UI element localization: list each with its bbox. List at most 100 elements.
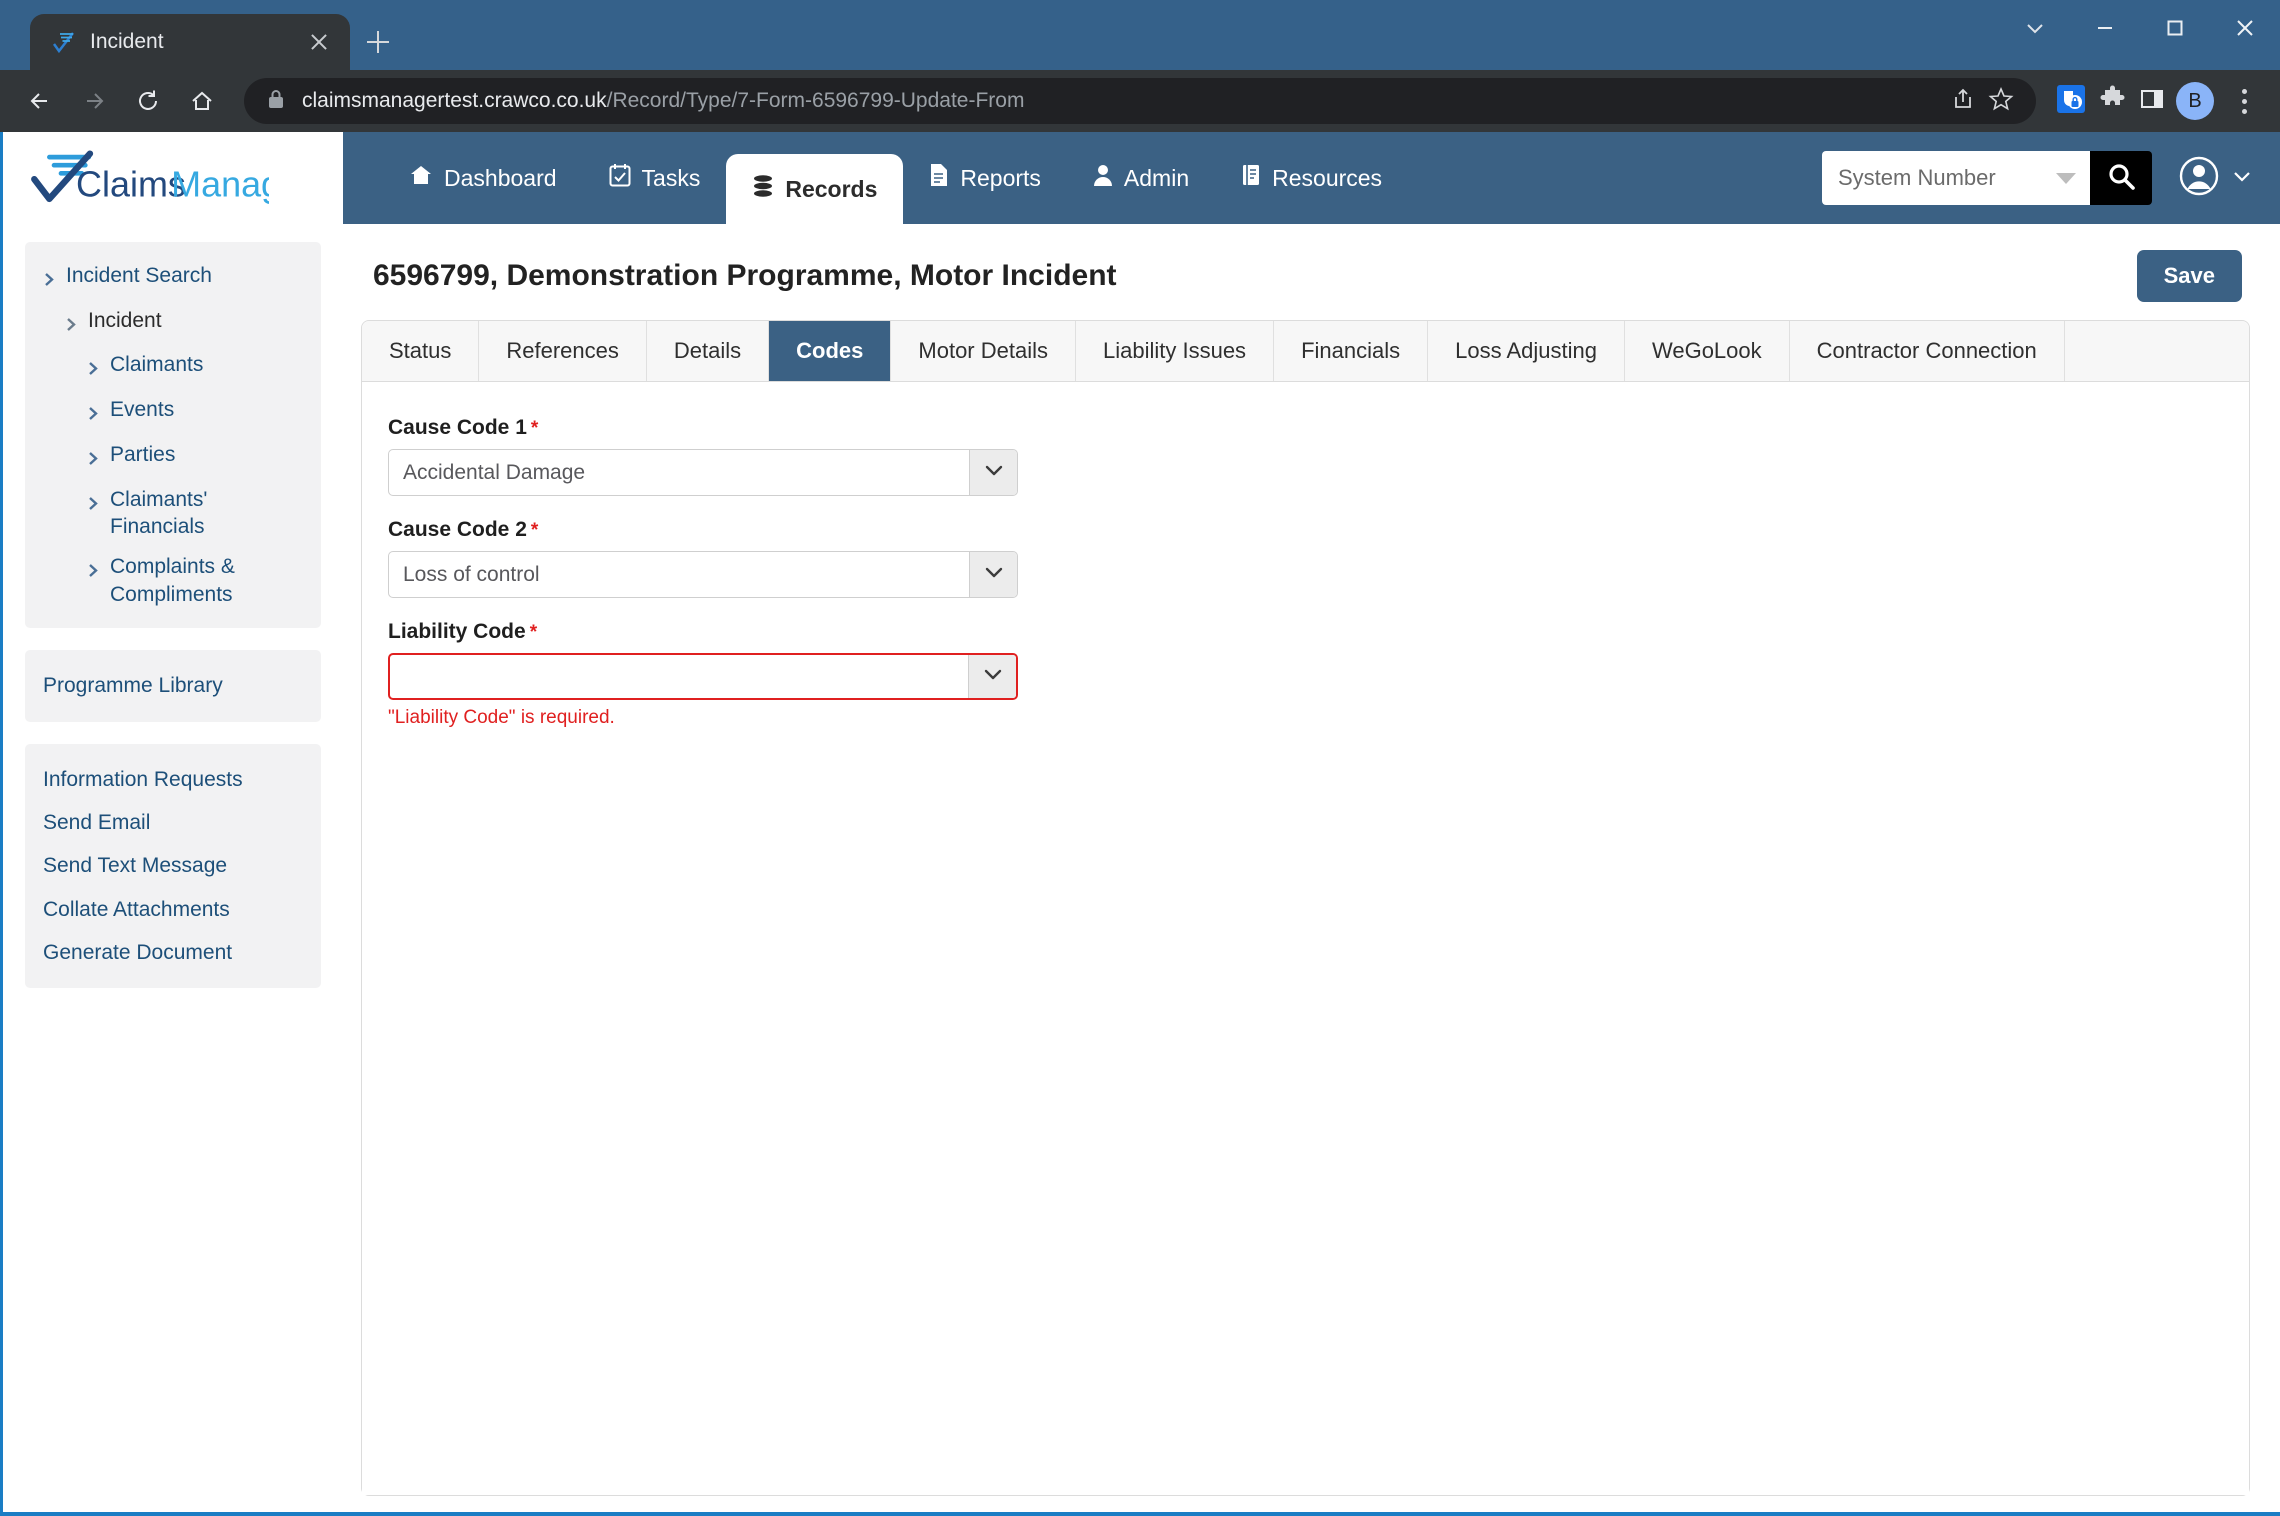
tab-financials[interactable]: Financials bbox=[1274, 321, 1429, 381]
nav-item-tasks[interactable]: Tasks bbox=[583, 132, 727, 224]
cause-code-2-select[interactable]: Loss of control bbox=[388, 551, 1018, 598]
sidebar-item-generate-document[interactable]: Generate Document bbox=[25, 931, 321, 974]
app-logo[interactable]: Claims Manager bbox=[3, 132, 343, 224]
maximize-icon[interactable] bbox=[2140, 0, 2210, 56]
nav-item-dashboard[interactable]: Dashboard bbox=[383, 132, 583, 224]
nav-item-admin[interactable]: Admin bbox=[1067, 132, 1215, 224]
caret-down-icon bbox=[2056, 172, 2076, 184]
url-path: /Record/Type/7-Form-6596799-Update-From bbox=[606, 89, 1025, 112]
cause-code-1-value: Accidental Damage bbox=[403, 460, 586, 484]
tab-title: Incident bbox=[90, 30, 164, 53]
chevron-right-icon bbox=[43, 267, 56, 295]
search-type-select[interactable]: System Number bbox=[1822, 151, 2090, 205]
sidebar-item-incident-search[interactable]: Incident Search bbox=[25, 256, 321, 301]
puzzle-icon[interactable] bbox=[2098, 84, 2128, 119]
bookmark-star-icon[interactable] bbox=[1988, 86, 2014, 117]
window-controls bbox=[2000, 0, 2280, 56]
user-menu[interactable] bbox=[2178, 155, 2254, 202]
tab-motor-details[interactable]: Motor Details bbox=[891, 321, 1076, 381]
kebab-menu-icon[interactable] bbox=[2224, 79, 2264, 123]
svg-text:Claims: Claims bbox=[76, 164, 186, 205]
field-cause-code-1: Cause Code 1 * Accidental Damage bbox=[388, 416, 1018, 496]
save-button[interactable]: Save bbox=[2136, 250, 2242, 302]
nav-label: Resources bbox=[1272, 164, 1383, 191]
field-label-text: Cause Code 1 bbox=[388, 416, 527, 439]
sidebar-item-label: Incident bbox=[88, 308, 162, 332]
chevron-down-icon bbox=[981, 662, 1005, 691]
field-cause-code-2: Cause Code 2 * Loss of control bbox=[388, 518, 1018, 598]
back-arrow-left-icon[interactable] bbox=[16, 77, 64, 125]
sidebar-item-information-requests[interactable]: Information Requests bbox=[25, 758, 321, 801]
book-icon bbox=[1241, 163, 1261, 193]
close-window-icon[interactable] bbox=[2210, 0, 2280, 56]
sidebar-item-claimants[interactable]: Claimants bbox=[25, 345, 321, 390]
side-panel-icon[interactable] bbox=[2138, 85, 2166, 118]
database-icon bbox=[752, 174, 774, 204]
page-title: 6596799, Demonstration Programme, Motor … bbox=[373, 259, 1117, 292]
field-label: Cause Code 2 * bbox=[388, 518, 1018, 542]
nav-label: Records bbox=[785, 175, 878, 202]
tab-close-icon[interactable] bbox=[302, 25, 336, 59]
sidebar-item-send-email[interactable]: Send Email bbox=[25, 801, 321, 844]
forward-arrow-right-icon[interactable] bbox=[70, 77, 118, 125]
cause-code-1-select[interactable]: Accidental Damage bbox=[388, 449, 1018, 496]
nav-item-records[interactable]: Records bbox=[726, 154, 904, 224]
tab-row-filler bbox=[2064, 321, 2249, 381]
chevron-down-icon bbox=[2230, 164, 2254, 193]
tab-wegolook[interactable]: WeGoLook bbox=[1624, 321, 1790, 381]
chevron-down-icon bbox=[982, 560, 1006, 589]
nav-label: Dashboard bbox=[444, 164, 557, 191]
share-icon[interactable] bbox=[1950, 86, 1976, 117]
sidebar-item-complaints-compliments[interactable]: Complaints & Compliments bbox=[25, 547, 321, 614]
nav-label: Reports bbox=[960, 164, 1041, 191]
required-asterisk: * bbox=[530, 520, 539, 541]
sidebar-item-send-text-message[interactable]: Send Text Message bbox=[25, 844, 321, 887]
chevron-right-icon bbox=[87, 356, 100, 384]
nav-item-reports[interactable]: Reports bbox=[903, 132, 1067, 224]
sidebar-item-programme-library[interactable]: Programme Library bbox=[25, 664, 321, 707]
browser-tab[interactable]: Incident bbox=[30, 14, 350, 70]
cause-code-1-dropdown-button[interactable] bbox=[969, 450, 1017, 495]
field-label-text: Liability Code bbox=[388, 620, 526, 643]
sidebar-item-label: Events bbox=[110, 398, 175, 422]
field-liability-code: Liability Code * "Liability Code" is req… bbox=[388, 620, 1018, 729]
sidebar-item-parties[interactable]: Parties bbox=[25, 435, 321, 480]
profile-avatar[interactable]: B bbox=[2176, 82, 2214, 120]
tab-loss-adjusting[interactable]: Loss Adjusting bbox=[1428, 321, 1625, 381]
app-body: Incident Search Incident Claimants Event… bbox=[3, 224, 2280, 1512]
shield-lock-icon[interactable] bbox=[2054, 82, 2088, 121]
reload-icon[interactable] bbox=[124, 77, 172, 125]
sidebar: Incident Search Incident Claimants Event… bbox=[3, 224, 343, 1512]
sidebar-item-collate-attachments[interactable]: Collate Attachments bbox=[25, 888, 321, 931]
svg-text:Manager: Manager bbox=[171, 164, 268, 205]
tab-references[interactable]: References bbox=[479, 321, 647, 381]
sidebar-item-incident[interactable]: Incident bbox=[25, 301, 321, 346]
new-tab-button[interactable] bbox=[350, 14, 406, 70]
tab-contractor-connection[interactable]: Contractor Connection bbox=[1789, 321, 2065, 381]
chevron-down-icon bbox=[982, 458, 1006, 487]
sidebar-item-label: Complaints & Compliments bbox=[110, 555, 235, 606]
minimize-icon[interactable] bbox=[2070, 0, 2140, 56]
url-text: claimsmanagertest.crawco.co.uk/Record/Ty… bbox=[302, 89, 1024, 113]
liability-code-dropdown-button[interactable] bbox=[968, 655, 1016, 698]
nav-item-resources[interactable]: Resources bbox=[1215, 132, 1408, 224]
user-icon bbox=[1093, 163, 1113, 193]
sidebar-item-events[interactable]: Events bbox=[25, 390, 321, 435]
tab-status[interactable]: Status bbox=[362, 321, 480, 381]
home-icon[interactable] bbox=[178, 77, 226, 125]
tab-search-chevron-down-icon[interactable] bbox=[2000, 0, 2070, 56]
liability-code-select[interactable] bbox=[388, 653, 1018, 700]
cause-code-2-dropdown-button[interactable] bbox=[969, 552, 1017, 597]
address-bar[interactable]: claimsmanagertest.crawco.co.uk/Record/Ty… bbox=[244, 78, 2036, 124]
tab-liability-issues[interactable]: Liability Issues bbox=[1075, 321, 1275, 381]
tab-codes[interactable]: Codes bbox=[769, 321, 892, 381]
sidebar-item-claimants-financials[interactable]: Claimants' Financials bbox=[25, 480, 321, 547]
chevron-right-icon bbox=[87, 446, 100, 474]
global-search: System Number bbox=[1822, 151, 2152, 205]
home-icon bbox=[409, 163, 433, 193]
search-button[interactable] bbox=[2090, 151, 2152, 205]
tab-details[interactable]: Details bbox=[646, 321, 770, 381]
record-panel: Status References Details Codes Motor De… bbox=[361, 320, 2250, 1496]
browser-toolbar: claimsmanagertest.crawco.co.uk/Record/Ty… bbox=[0, 70, 2280, 132]
user-circle-icon bbox=[2178, 155, 2220, 202]
